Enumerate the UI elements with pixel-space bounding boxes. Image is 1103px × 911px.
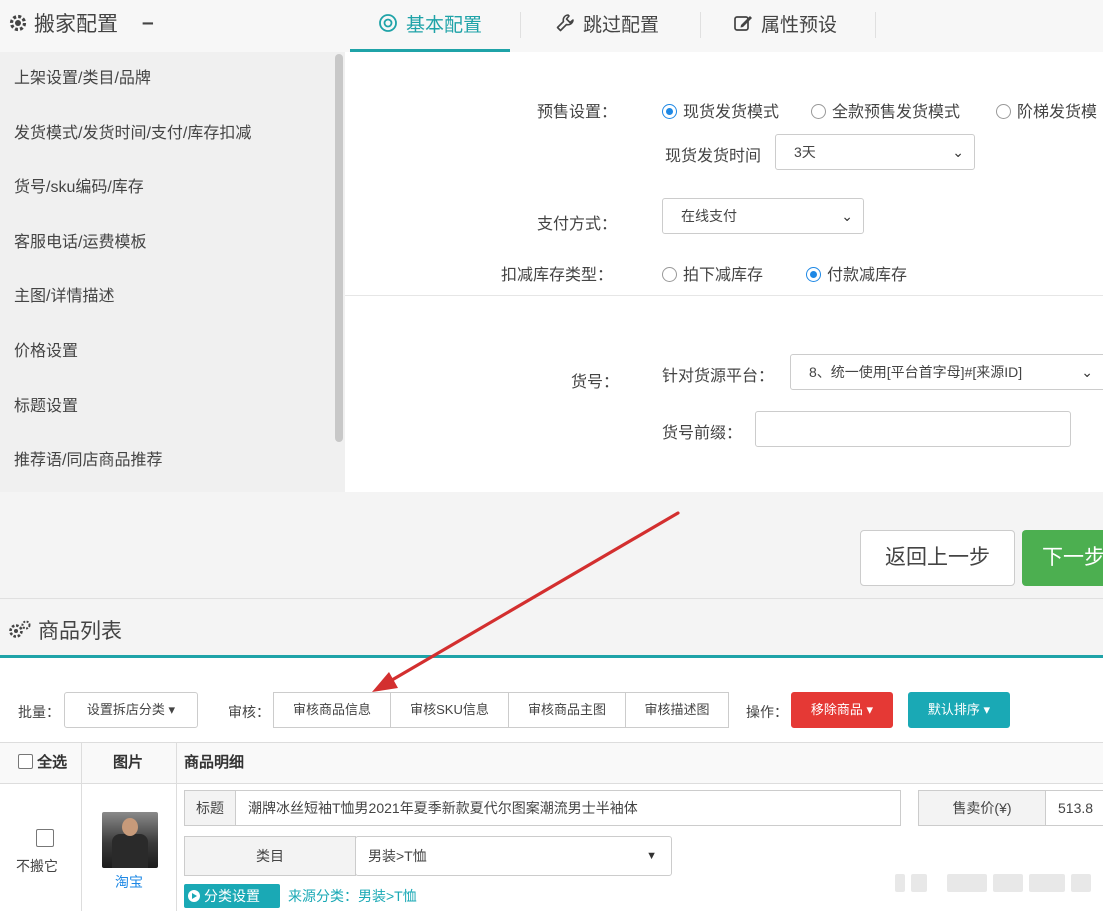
review-description-button[interactable]: 审核描述图 bbox=[625, 692, 729, 728]
config-panel: 预售设置： 现货发货模式 全款预售发货模式 阶梯发货模 现货发货时间 3天 ⌄ … bbox=[345, 52, 1103, 492]
presale-option-tiered[interactable]: 阶梯发货模 bbox=[996, 98, 1097, 122]
wrench-icon bbox=[556, 14, 574, 32]
sku-label: 货号： bbox=[571, 374, 620, 391]
platform-select[interactable]: 8、统一使用[平台首字母]#[来源ID] ⌄ bbox=[790, 354, 1103, 390]
sidebar-item-title[interactable]: 标题设置 bbox=[0, 380, 345, 435]
product-list-title: 商品列表 bbox=[8, 615, 122, 645]
batch-label: 批量： bbox=[18, 704, 60, 720]
sidebar-scrollbar[interactable] bbox=[335, 54, 343, 442]
section-divider bbox=[345, 295, 1103, 296]
category-setting-button[interactable]: 分类设置 bbox=[184, 884, 280, 908]
operate-label: 操作： bbox=[746, 704, 788, 720]
image-column-header: 图片 bbox=[113, 754, 144, 771]
settings-sidebar: 上架设置/类目/品牌 发货模式/发货时间/支付/库存扣减 货号/sku编码/库存… bbox=[0, 52, 345, 492]
edit-icon bbox=[734, 16, 752, 31]
collapse-button[interactable]: – bbox=[142, 11, 154, 35]
tab-skip-config-label: 跳过配置 bbox=[583, 15, 660, 36]
tab-divider bbox=[875, 12, 876, 38]
ship-time-select[interactable]: 3天 ⌄ bbox=[775, 134, 975, 170]
tab-skip-config[interactable]: 跳过配置 bbox=[555, 10, 659, 52]
category-select[interactable]: 男装>T恤 ▼ bbox=[355, 836, 672, 876]
radio-checked-icon bbox=[806, 267, 821, 282]
table-header: 全选 图片 商品明细 bbox=[0, 742, 1103, 784]
skip-label: 不搬它 bbox=[16, 858, 58, 874]
batch-category-button[interactable]: 设置拆店分类 ▾ bbox=[64, 692, 198, 728]
column-divider bbox=[176, 742, 177, 911]
target-icon bbox=[379, 14, 397, 32]
category-field-label: 类目 bbox=[184, 836, 356, 876]
back-button[interactable]: 返回上一步 bbox=[860, 530, 1015, 586]
tab-divider bbox=[520, 12, 521, 38]
sidebar-item-service[interactable]: 客服电话/运费模板 bbox=[0, 216, 345, 271]
price-field[interactable]: 513.8 bbox=[1045, 790, 1103, 826]
review-sku-button[interactable]: 审核SKU信息 bbox=[390, 692, 509, 728]
radio-icon bbox=[811, 104, 826, 119]
source-link[interactable]: 淘宝 bbox=[115, 872, 143, 892]
watermark bbox=[895, 868, 1095, 898]
detail-column-header: 商品明细 bbox=[184, 754, 245, 771]
product-list-title-text: 商品列表 bbox=[38, 620, 122, 643]
tab-basic-config-label: 基本配置 bbox=[406, 15, 483, 36]
title-field[interactable]: 潮牌冰丝短袖T恤男2021年夏季新款夏代尔图案潮流男士半袖体 bbox=[235, 790, 901, 826]
play-circle-icon bbox=[188, 890, 200, 902]
review-product-info-button[interactable]: 审核商品信息 bbox=[273, 692, 391, 728]
tab-attribute-preset[interactable]: 属性预设 bbox=[733, 10, 837, 52]
platform-label: 针对货源平台： bbox=[662, 368, 775, 385]
presale-option-spot[interactable]: 现货发货模式 bbox=[662, 98, 779, 122]
tab-divider bbox=[700, 12, 701, 38]
presale-option-full[interactable]: 全款预售发货模式 bbox=[811, 98, 960, 122]
review-main-image-button[interactable]: 审核商品主图 bbox=[508, 692, 626, 728]
sidebar-item-price[interactable]: 价格设置 bbox=[0, 325, 345, 380]
stock-option-order[interactable]: 拍下减库存 bbox=[662, 261, 763, 285]
section-divider bbox=[0, 598, 1103, 599]
gear-icon bbox=[9, 14, 27, 32]
radio-icon bbox=[996, 104, 1011, 119]
payment-select[interactable]: 在线支付 ⌄ bbox=[662, 198, 864, 234]
stock-option-payment[interactable]: 付款减库存 bbox=[806, 261, 907, 285]
review-label: 审核： bbox=[228, 704, 270, 720]
presale-label: 预售设置： bbox=[537, 104, 618, 121]
product-thumbnail[interactable] bbox=[102, 812, 158, 868]
caret-down-icon: ▼ bbox=[646, 850, 657, 862]
top-header: 搬家配置 – 基本配置 跳过配置 属性预设 bbox=[0, 0, 1103, 58]
price-field-label: 售卖价(¥) bbox=[918, 790, 1046, 826]
sidebar-item-recommend[interactable]: 推荐语/同店商品推荐 bbox=[0, 434, 345, 489]
config-title-text: 搬家配置 bbox=[34, 13, 118, 36]
remove-product-button[interactable]: 移除商品 ▾ bbox=[791, 692, 893, 728]
radio-icon bbox=[662, 267, 677, 282]
sort-button[interactable]: 默认排序 ▾ bbox=[908, 692, 1010, 728]
sidebar-item-images[interactable]: 主图/详情描述 bbox=[0, 270, 345, 325]
tab-basic-config[interactable]: 基本配置 bbox=[350, 10, 511, 58]
checkbox-icon bbox=[18, 754, 33, 769]
payment-label: 支付方式： bbox=[537, 216, 618, 233]
prefix-input[interactable] bbox=[755, 411, 1071, 447]
source-category: 来源分类：男装>T恤 bbox=[288, 888, 417, 904]
sidebar-item-shipping[interactable]: 发货模式/发货时间/支付/库存扣减 bbox=[0, 107, 345, 162]
gears-icon bbox=[9, 620, 31, 638]
prefix-label: 货号前缀： bbox=[662, 425, 743, 442]
tab-attribute-preset-label: 属性预设 bbox=[761, 15, 838, 36]
stock-label: 扣减库存类型： bbox=[501, 267, 614, 284]
chevron-down-icon: ⌄ bbox=[952, 144, 964, 160]
next-button[interactable]: 下一步 bbox=[1022, 530, 1103, 586]
radio-checked-icon bbox=[662, 104, 677, 119]
title-field-label: 标题 bbox=[184, 790, 236, 826]
row-checkbox[interactable] bbox=[36, 829, 54, 847]
chevron-down-icon: ⌄ bbox=[841, 208, 853, 224]
sidebar-item-listing[interactable]: 上架设置/类目/品牌 bbox=[0, 52, 345, 107]
sidebar-item-sku[interactable]: 货号/sku编码/库存 bbox=[0, 161, 345, 216]
ship-time-label: 现货发货时间 bbox=[665, 148, 762, 165]
chevron-down-icon: ⌄ bbox=[1081, 364, 1093, 380]
config-title: 搬家配置 – bbox=[8, 8, 154, 38]
select-all-checkbox[interactable]: 全选 bbox=[18, 743, 67, 783]
column-divider bbox=[81, 742, 82, 911]
